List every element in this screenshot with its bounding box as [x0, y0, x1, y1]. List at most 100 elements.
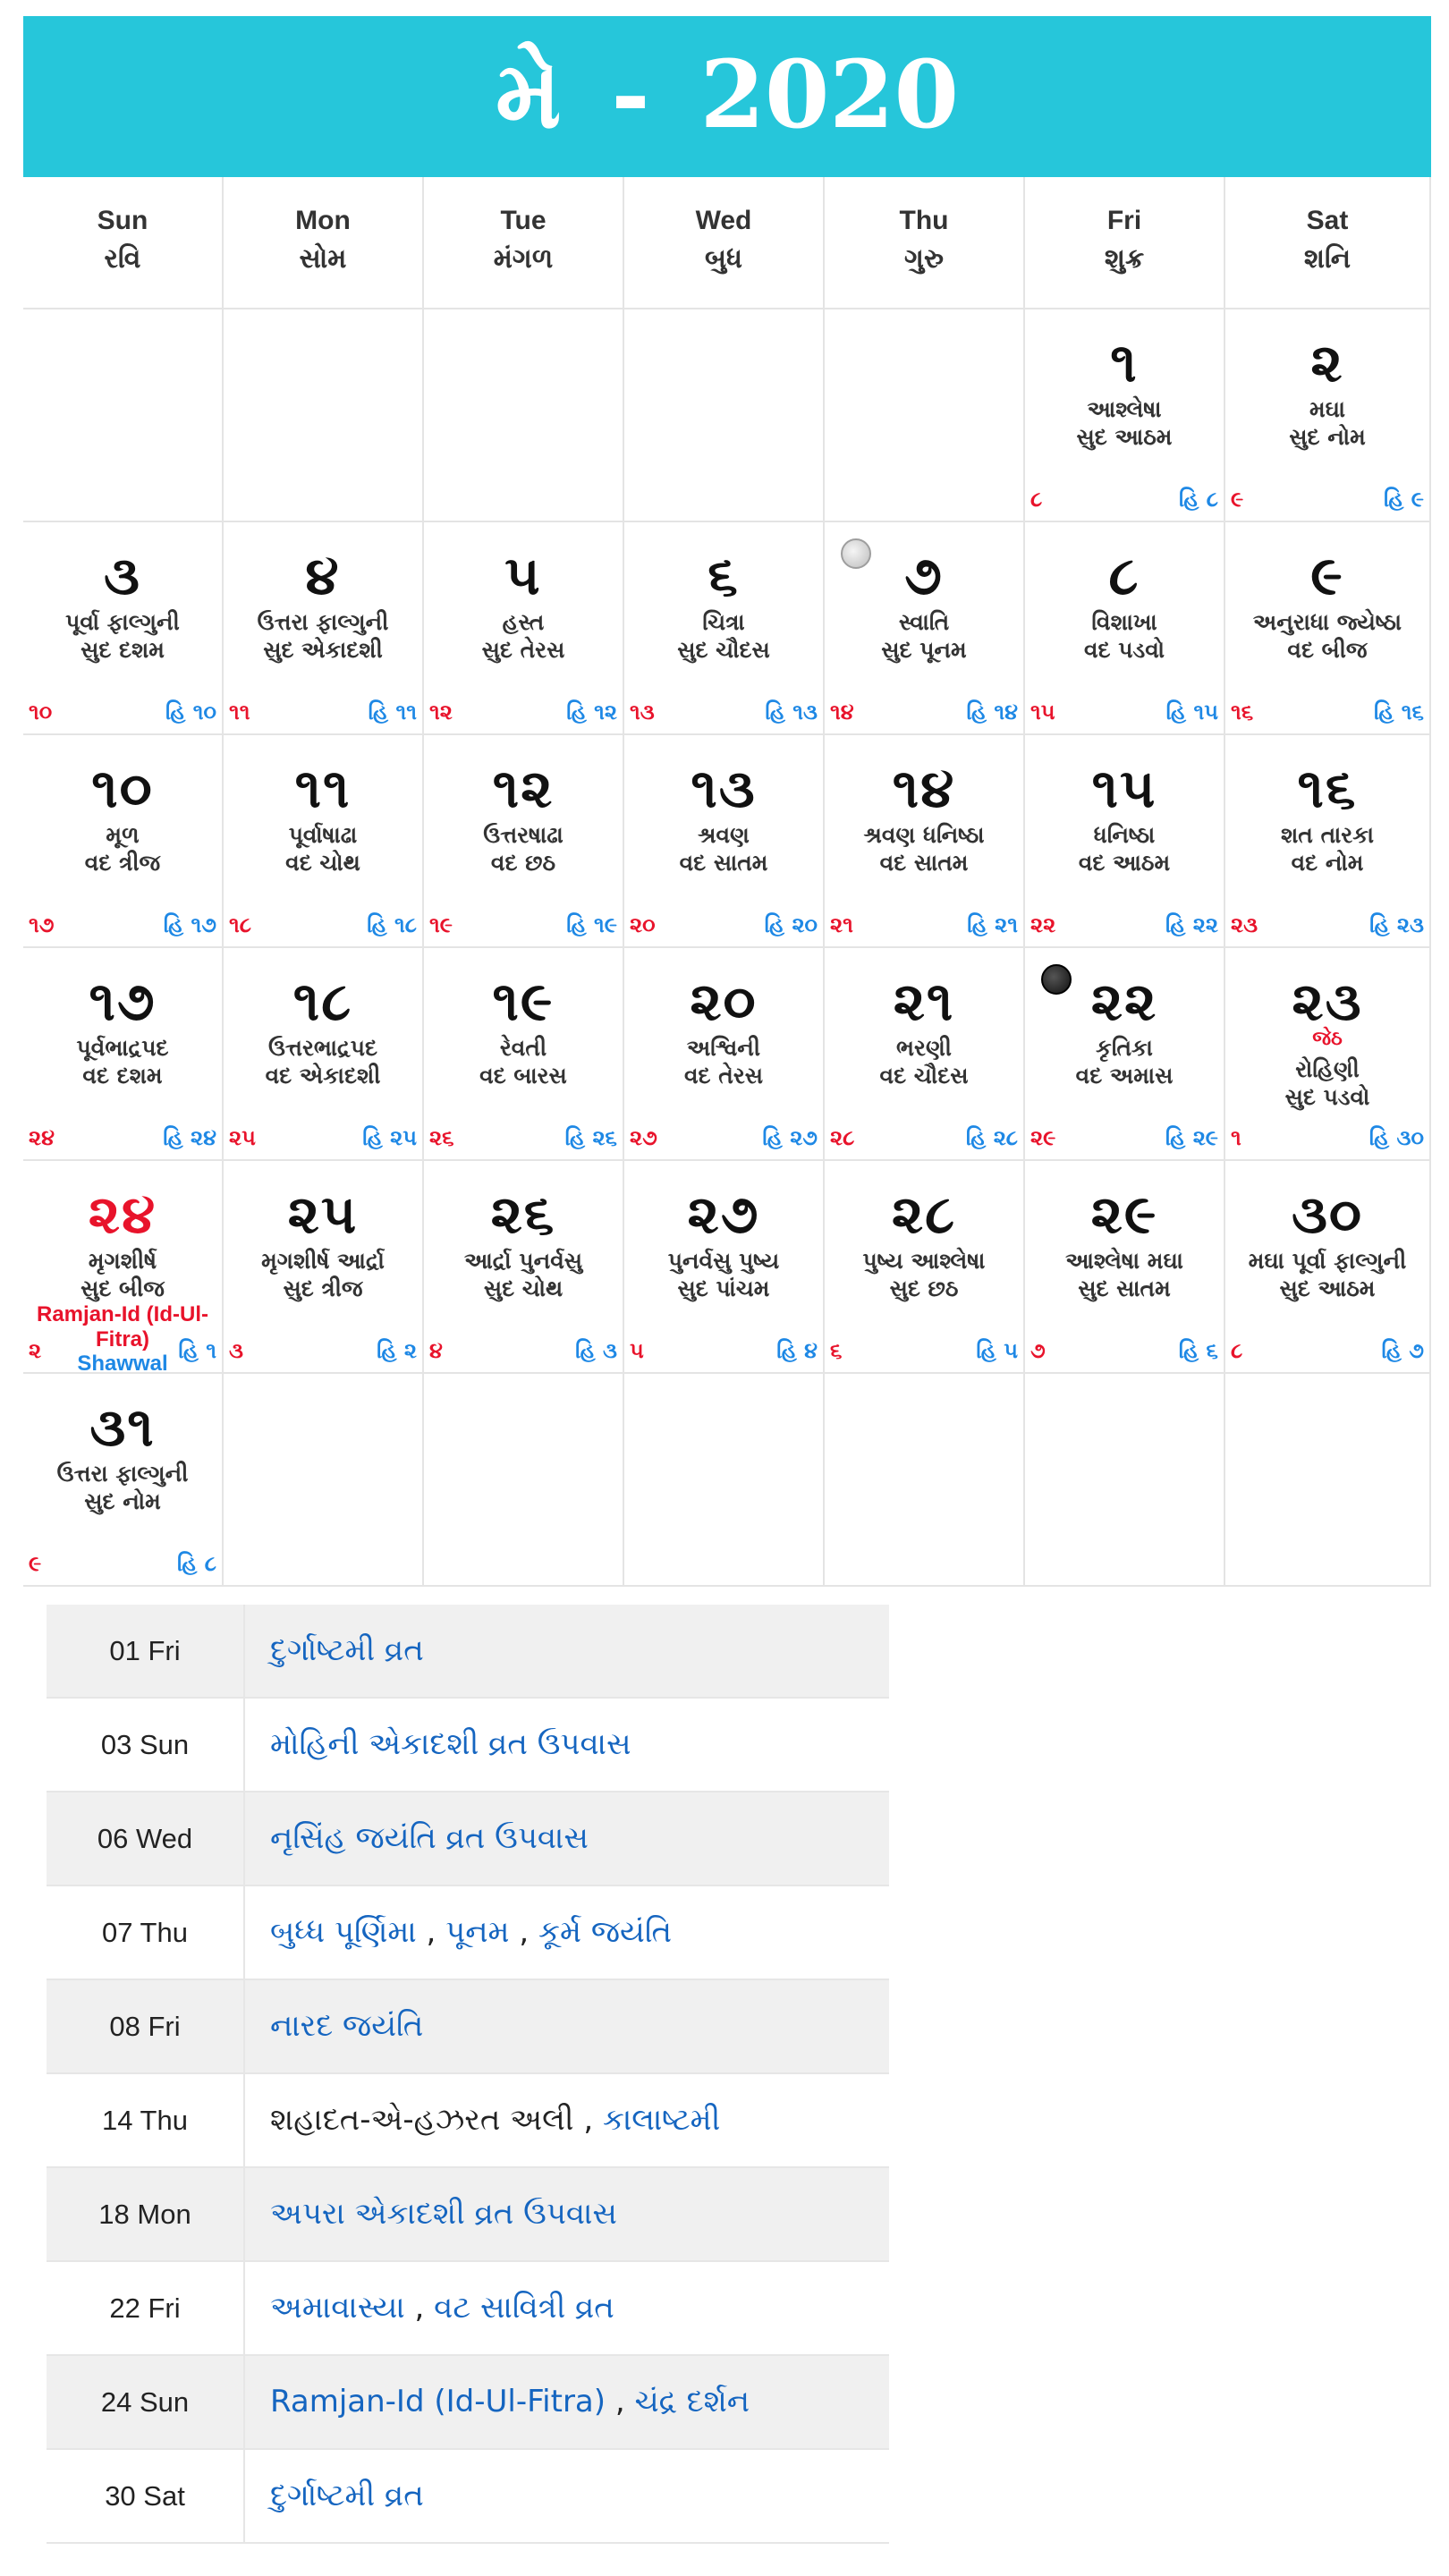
tithi-label: સુદ દશમ	[80, 637, 165, 663]
event-description: બુધ્ધ પૂર્ણિમા , પૂનમ , કૂર્મ જયંતિ	[270, 1886, 672, 1979]
weekday-header-mon: Mon સોમ	[224, 177, 424, 309]
hijri-date: હિ ૬	[1178, 1338, 1218, 1363]
calendar-grid: ૧ આશ્લેષા સુદ આઠમ ૮ હિ ૮ ૨ મઘા સુદ નોમ ૯ હિ ૯ ૩ પૂર…	[23, 309, 1431, 1589]
event-link[interactable]: અપરા એકાદશી વ્રત ઉપવાસ	[270, 2196, 617, 2232]
day-cell[interactable]: ૧૦ મૂળ વદ ત્રીજ ૧૭ હિ ૧૭	[23, 735, 224, 948]
vikram-date: ૨૩	[1231, 912, 1258, 937]
tithi-label: વદ દશમ	[82, 1063, 163, 1089]
day-number: ૪	[305, 545, 341, 607]
event-description: મોહિની એકાદશી વ્રત ઉપવાસ	[270, 1699, 631, 1791]
day-cell[interactable]: ૨૩ જેઠ રોહિણી સુદ પડવો ૧ હિ ૩૦	[1225, 948, 1431, 1161]
day-number: ૧	[1110, 332, 1139, 394]
day-cell[interactable]: ૩૧ ઉત્તરા ફાલ્ગુની સુદ નોમ ૯ હિ ૮	[23, 1374, 224, 1587]
day-cell[interactable]: ૧૭ પૂર્વભાદ્રપદ વદ દશમ ૨૪ હિ ૨૪	[23, 948, 224, 1161]
day-cell[interactable]: ૧૨ ઉત્તરષાઢા વદ છઠ ૧૯ હિ ૧૯	[424, 735, 624, 948]
hijri-date: હિ ૨૩	[1369, 912, 1424, 937]
event-row: 07 Thu બુધ્ધ પૂર્ણિમા , પૂનમ , કૂર્મ જયંત…	[47, 1886, 889, 1980]
event-link[interactable]: મોહિની એકાદશી વ્રત ઉપવાસ	[270, 1726, 631, 1762]
event-description: Ramjan-Id (Id-Ul-Fitra) , ચંદ્ર દર્શન	[270, 2356, 750, 2448]
day-number: ૩૦	[1291, 1183, 1364, 1246]
day-number: ૧૪	[892, 758, 956, 820]
day-number: ૨૬	[490, 1183, 556, 1246]
vikram-date: ૧૯	[429, 912, 453, 937]
hijri-date: હિ ૭	[1381, 1338, 1424, 1363]
vikram-date: ૨૮	[830, 1125, 855, 1150]
day-cell[interactable]: ૧૬ શત તારકા વદ નોમ ૨૩ હિ ૨૩	[1225, 735, 1431, 948]
vikram-date: ૨૬	[429, 1125, 454, 1150]
day-cell[interactable]: ૨૮ પુષ્ય આશ્લેષા સુદ છઠ ૬ હિ ૫	[825, 1161, 1025, 1374]
event-link[interactable]: દુર્ગાષ્ટમી વ્રત	[270, 2478, 424, 2513]
day-cell[interactable]: ૧ આશ્લેષા સુદ આઠમ ૮ હિ ૮	[1025, 309, 1225, 522]
weekday-header-sat: Sat શનિ	[1225, 177, 1431, 309]
empty-day-cell	[23, 309, 224, 522]
event-date: 24 Sun	[47, 2356, 245, 2448]
day-cell[interactable]: ૧૩ શ્રવણ વદ સાતમ ૨૦ હિ ૨૦	[624, 735, 825, 948]
event-separator: ,	[573, 2102, 603, 2138]
event-description: દુર્ગાષ્ટમી વ્રત	[270, 2450, 424, 2542]
hijri-date: હિ ૫	[976, 1338, 1018, 1363]
day-cell[interactable]: ૪ ઉત્તરા ફાલ્ગુની સુદ એકાદશી ૧૧ હિ ૧૧	[224, 522, 424, 735]
tithi-label: વદ ચૌદસ	[879, 1063, 969, 1089]
event-link[interactable]: નારદ જયંતિ	[270, 2008, 423, 2044]
day-cell[interactable]: ૨૧ ભરણી વદ ચૌદસ ૨૮ હિ ૨૮	[825, 948, 1025, 1161]
day-cell[interactable]: ૨ મઘા સુદ નોમ ૯ હિ ૯	[1225, 309, 1431, 522]
nakshatra-label: અશ્વિની	[686, 1035, 761, 1061]
hijri-date: હિ ૮	[176, 1551, 216, 1576]
day-cell[interactable]: ૭ સ્વાતિ સુદ પૂનમ ૧૪ હિ ૧૪	[825, 522, 1025, 735]
nakshatra-label: રોહિણી	[1295, 1056, 1360, 1082]
full-moon-icon	[841, 538, 871, 569]
day-cell[interactable]: ૩૦ મઘા પૂર્વા ફાલ્ગુની સુદ આઠમ ૮ હિ ૭	[1225, 1161, 1431, 1374]
day-cell[interactable]: ૧૯ રેવતી વદ બારસ ૨૬ હિ ૨૬	[424, 948, 624, 1161]
day-cell[interactable]: ૨૪ મૃગશીર્ષ સુદ બીજ Ramjan-Id (Id-Ul-Fitra)…	[23, 1161, 224, 1376]
day-number: ૧૭	[89, 970, 157, 1033]
nakshatra-label: ભરણી	[896, 1035, 952, 1061]
event-row: 08 Fri નારદ જયંતિ	[47, 1980, 889, 2074]
hijri-date: હિ ૧૪	[966, 699, 1018, 724]
day-cell[interactable]: ૧૮ ઉત્તરભાદ્રપદ વદ એકાદશી ૨૫ હિ ૨૫	[224, 948, 424, 1161]
event-link[interactable]: ચંદ્ર દર્શન	[634, 2384, 750, 2419]
event-link[interactable]: નૃસિંહ જયંતિ વ્રત ઉપવાસ	[270, 1820, 589, 1856]
nakshatra-label: ઉત્તરભાદ્રપદ	[267, 1035, 378, 1061]
day-cell[interactable]: ૧૫ ધનિષ્ઠા વદ આઠમ ૨૨ હિ ૨૨	[1025, 735, 1225, 948]
nakshatra-label: રેવતી	[499, 1035, 547, 1061]
nakshatra-label: વિશાખા	[1091, 609, 1157, 635]
empty-day-cell	[624, 1374, 825, 1587]
day-cell[interactable]: ૨૨ કૃતિકા વદ અમાસ ૨૯ હિ ૨૯	[1025, 948, 1225, 1161]
hijri-date: હિ ૨૧	[967, 912, 1018, 937]
day-cell[interactable]: ૨૬ આર્દ્રા પુનર્વસુ સુદ ચોથ ૪ હિ ૩	[424, 1161, 624, 1374]
day-cell[interactable]: ૬ ચિત્રા સુદ ચૌદસ ૧૩ હિ ૧૩	[624, 522, 825, 735]
event-link[interactable]: વટ સાવિત્રી વ્રત	[434, 2290, 614, 2326]
weekday-english: Fri	[1106, 206, 1142, 235]
day-cell[interactable]: ૩ પૂર્વા ફાલ્ગુની સુદ દશમ ૧૦ હિ ૧૦	[23, 522, 224, 735]
hijri-date: હિ ૪	[776, 1338, 818, 1363]
nakshatra-label: અનુરાધા જ્યેષ્ઠા	[1252, 609, 1402, 635]
tithi-label: વદ છઠ	[490, 850, 556, 876]
event-description: અપરા એકાદશી વ્રત ઉપવાસ	[270, 2168, 617, 2260]
day-cell[interactable]: ૫ હસ્ત સુદ તેરસ ૧૨ હિ ૧૨	[424, 522, 624, 735]
hijri-date: હિ ૧૭	[163, 912, 216, 937]
day-cell[interactable]: ૨૭ પુનર્વસુ પુષ્ય સુદ પાંચમ ૫ હિ ૪	[624, 1161, 825, 1374]
event-link[interactable]: દુર્ગાષ્ટમી વ્રત	[270, 1632, 424, 1668]
day-cell[interactable]: ૨૦ અશ્વિની વદ તેરસ ૨૭ હિ ૨૭	[624, 948, 825, 1161]
day-cell[interactable]: ૧૪ શ્રવણ ધનિષ્ઠા વદ સાતમ ૨૧ હિ ૨૧	[825, 735, 1025, 948]
event-link[interactable]: અમાવાસ્યા	[270, 2290, 405, 2326]
day-cell[interactable]: ૯ અનુરાધા જ્યેષ્ઠા વદ બીજ ૧૬ હિ ૧૬	[1225, 522, 1431, 735]
event-link[interactable]: કાલાષ્ટમી	[603, 2102, 720, 2138]
weekday-header-fri: Fri શુક્ર	[1025, 177, 1225, 309]
event-link[interactable]: કૂર્મ જયંતિ	[538, 1914, 672, 1950]
vikram-date: ૧૩	[630, 699, 655, 724]
day-cell[interactable]: ૮ વિશાખા વદ પડવો ૧૫ હિ ૧૫	[1025, 522, 1225, 735]
event-link[interactable]: બુધ્ધ પૂર્ણિમા	[270, 1914, 417, 1950]
day-cell[interactable]: ૨૯ આશ્લેષા મઘા સુદ સાતમ ૭ હિ ૬	[1025, 1161, 1225, 1374]
day-cell[interactable]: ૧૧ પૂર્વાષાઢા વદ ચોથ ૧૮ હિ ૧૮	[224, 735, 424, 948]
event-row: 30 Sat દુર્ગાષ્ટમી વ્રત	[47, 2450, 889, 2544]
vikram-date: ૬	[830, 1338, 843, 1363]
day-cell[interactable]: ૨૫ મૃગશીર્ષ આર્દ્રા સુદ ત્રીજ ૩ હિ ૨	[224, 1161, 424, 1374]
event-link[interactable]: Ramjan-Id (Id-Ul-Fitra)	[270, 2384, 606, 2419]
nakshatra-label: પૂર્વભાદ્રપદ	[76, 1035, 169, 1061]
event-link[interactable]: પૂનમ	[445, 1914, 509, 1950]
event-date: 03 Sun	[47, 1699, 245, 1791]
event-description: નારદ જયંતિ	[270, 1980, 423, 2072]
vikram-date: ૪	[429, 1338, 443, 1363]
weekday-gujarati: સોમ	[299, 243, 347, 275]
